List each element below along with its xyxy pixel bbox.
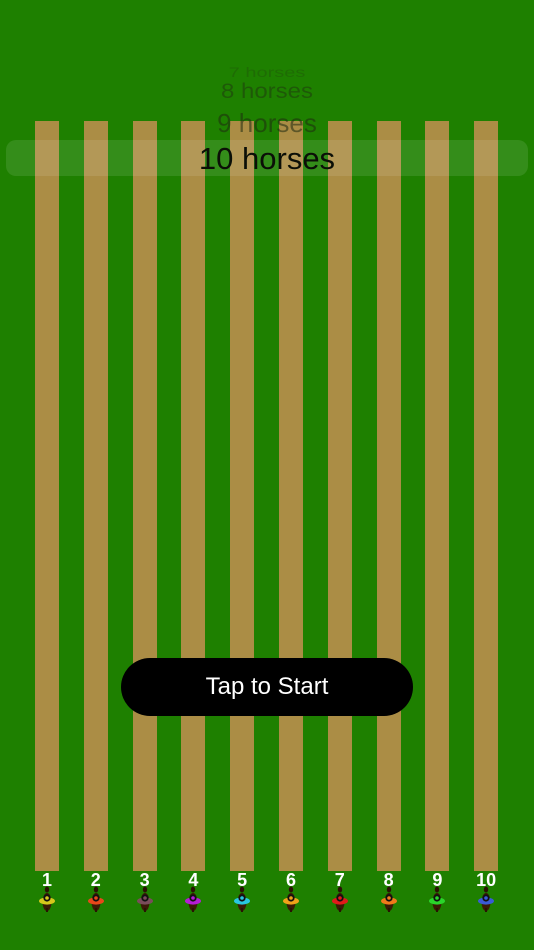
horse-jockey-icon: [429, 886, 446, 912]
lane-strip: [474, 121, 499, 871]
picker-option[interactable]: 9 horses: [0, 108, 534, 138]
lane-strip: [83, 121, 108, 871]
lane-strip: [35, 121, 59, 871]
start-button[interactable]: Tap to Start: [121, 658, 413, 716]
horse-jockey-icon: [234, 886, 251, 912]
picker-option[interactable]: 7 horses: [0, 63, 534, 77]
horse-count-picker[interactable]: 7 horses 8 horses 9 horses 10 horses: [0, 55, 534, 185]
horse-jockey-icon: [331, 886, 348, 912]
horse-jockey-icon: [283, 886, 299, 912]
picker-option-selected[interactable]: 10 horses: [0, 141, 534, 177]
horse-jockey-icon: [136, 886, 153, 912]
horse-jockey-icon: [380, 886, 397, 912]
lane-strip: [279, 121, 303, 871]
picker-option[interactable]: 8 horses: [0, 80, 534, 105]
lane-strip: [327, 121, 352, 871]
lane-strip: [425, 121, 450, 871]
lane-strip: [132, 121, 157, 871]
horse-jockey-icon: [87, 886, 104, 912]
lane-strip: [230, 121, 255, 871]
lane-strip: [376, 121, 401, 871]
horse-jockey-icon: [478, 886, 495, 912]
race-field: 7 horses 8 horses 9 horses 10 horses Tap…: [0, 0, 534, 950]
horse-jockey-icon: [39, 886, 55, 912]
horse-jockey-icon: [185, 886, 202, 912]
lane-strip: [181, 121, 206, 871]
